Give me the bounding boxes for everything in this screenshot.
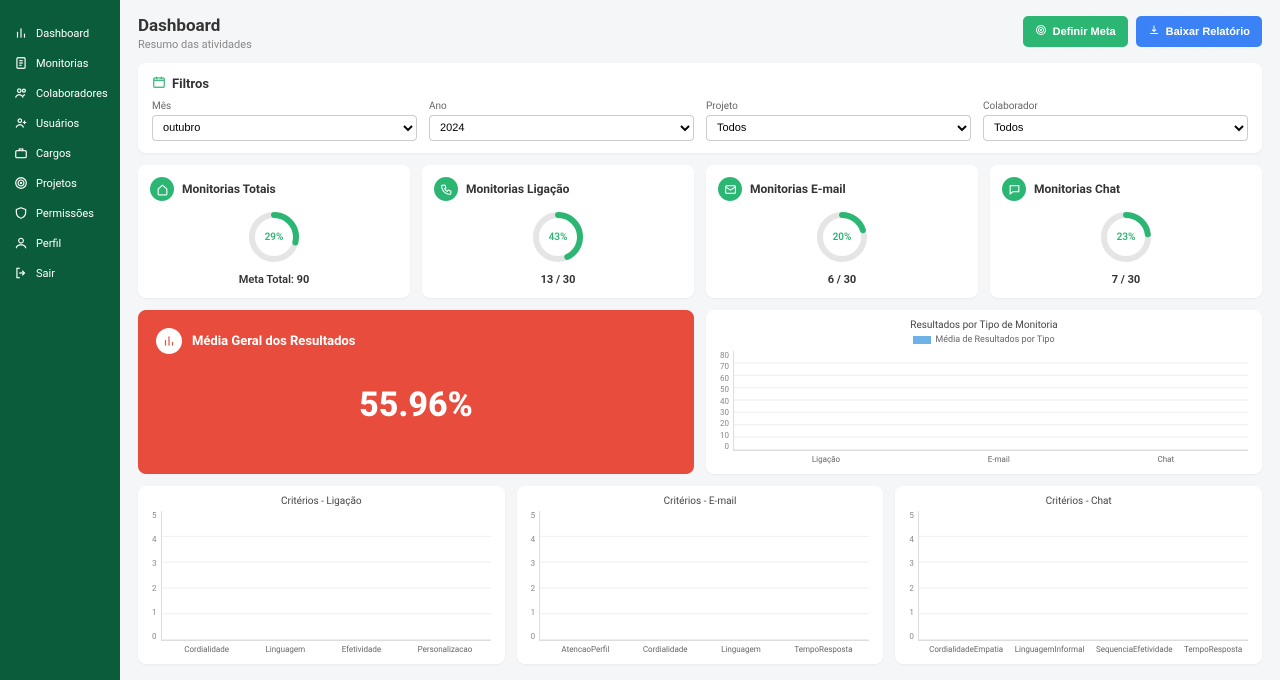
donut-chart: 29% (248, 211, 300, 263)
sidebar-item-label: Usuários (36, 117, 79, 130)
shield-icon (14, 206, 28, 220)
sidebar-item-label: Colaboradores (36, 87, 108, 100)
stat-title: Monitorias Totais (182, 182, 276, 196)
project-label: Projeto (706, 101, 971, 112)
chat-icon (1002, 177, 1026, 201)
donut-percent: 23% (1100, 211, 1152, 263)
sidebar-item-cargos[interactable]: Cargos (0, 138, 120, 168)
sidebar-item-label: Sair (36, 267, 55, 280)
mail-icon (718, 177, 742, 201)
stat-title: Monitorias E-mail (750, 182, 846, 196)
stat-footer: 7 / 30 (1112, 273, 1140, 286)
donut-percent: 20% (816, 211, 868, 263)
stat-card: Monitorias Totais 29% Meta Total: 90 (138, 165, 410, 298)
donut-percent: 29% (248, 211, 300, 263)
sidebar-item-dashboard[interactable]: Dashboard (0, 18, 120, 48)
average-value: 55.96% (156, 354, 676, 456)
criteria-chart-card: Critérios - Chat 012345 CordialidadeEmpa… (895, 486, 1262, 664)
criteria-chart-card: Critérios - E-mail 012345 AtencaoPerfilC… (517, 486, 884, 664)
user-plus-icon (14, 116, 28, 130)
sidebar-item-label: Projetos (36, 177, 77, 190)
users-icon (14, 86, 28, 100)
bar-chart-icon (14, 26, 28, 40)
chart-icon (156, 328, 182, 354)
stat-title: Monitorias Chat (1034, 182, 1120, 196)
stat-card: Monitorias Chat 23% 7 / 30 (990, 165, 1262, 298)
stat-title: Monitorias Ligação (466, 182, 569, 196)
year-label: Ano (429, 101, 694, 112)
user-icon (14, 236, 28, 250)
crit-chart-title: Critérios - E-mail (531, 496, 870, 507)
average-card: Média Geral dos Resultados 55.96% (138, 310, 694, 474)
sidebar-item-label: Dashboard (36, 27, 89, 40)
page-title: Dashboard (138, 16, 252, 36)
year-select[interactable]: 2024 (429, 115, 694, 141)
target-icon (1035, 24, 1047, 39)
home-icon (150, 177, 174, 201)
sidebar-item-perfil[interactable]: Perfil (0, 228, 120, 258)
month-label: Mês (152, 101, 417, 112)
donut-chart: 23% (1100, 211, 1152, 263)
target-icon (14, 176, 28, 190)
briefcase-icon (14, 146, 28, 160)
collaborator-select[interactable]: Todos (983, 115, 1248, 141)
main-content: Dashboard Resumo das atividades Definir … (120, 0, 1280, 680)
sidebar-item-colaboradores[interactable]: Colaboradores (0, 78, 120, 108)
sidebar-item-label: Cargos (36, 147, 71, 160)
logout-icon (14, 266, 28, 280)
sidebar-item-label: Monitorias (36, 57, 88, 70)
sidebar-item-permissões[interactable]: Permissões (0, 198, 120, 228)
stat-footer: 6 / 30 (828, 273, 856, 286)
sidebar-item-label: Perfil (36, 237, 61, 250)
type-chart-card: Resultados por Tipo de Monitoria Média d… (706, 310, 1262, 474)
document-icon (14, 56, 28, 70)
criteria-chart-card: Critérios - Ligação 012345 CordialidadeL… (138, 486, 505, 664)
stat-footer: 13 / 30 (541, 273, 576, 286)
define-goal-button[interactable]: Definir Meta (1023, 16, 1128, 47)
crit-chart-title: Critérios - Ligação (152, 496, 491, 507)
stat-card: Monitorias E-mail 20% 6 / 30 (706, 165, 978, 298)
donut-percent: 43% (532, 211, 584, 263)
sidebar-item-usuários[interactable]: Usuários (0, 108, 120, 138)
stat-footer: Meta Total: 90 (239, 273, 310, 286)
filters-card: Filtros Mês outubro Ano 2024 Projeto Tod… (138, 63, 1262, 153)
average-title: Média Geral dos Resultados (192, 334, 355, 349)
page-subtitle: Resumo das atividades (138, 38, 252, 51)
type-chart-legend: Média de Resultados por Tipo (720, 335, 1248, 345)
month-select[interactable]: outubro (152, 115, 417, 141)
sidebar-item-projetos[interactable]: Projetos (0, 168, 120, 198)
sidebar-item-sair[interactable]: Sair (0, 258, 120, 288)
filters-title: Filtros (172, 77, 209, 92)
sidebar-item-monitorias[interactable]: Monitorias (0, 48, 120, 78)
crit-chart-title: Critérios - Chat (909, 496, 1248, 507)
stat-card: Monitorias Ligação 43% 13 / 30 (422, 165, 694, 298)
calendar-icon (152, 75, 166, 93)
phone-icon (434, 177, 458, 201)
donut-chart: 43% (532, 211, 584, 263)
project-select[interactable]: Todos (706, 115, 971, 141)
sidebar: Dashboard Monitorias Colaboradores Usuários… (0, 0, 120, 680)
collaborator-label: Colaborador (983, 101, 1248, 112)
sidebar-item-label: Permissões (36, 207, 94, 220)
download-icon (1148, 24, 1160, 39)
download-report-button[interactable]: Baixar Relatório (1136, 16, 1262, 47)
legend-swatch (913, 336, 931, 344)
donut-chart: 20% (816, 211, 868, 263)
type-chart-title: Resultados por Tipo de Monitoria (720, 320, 1248, 331)
